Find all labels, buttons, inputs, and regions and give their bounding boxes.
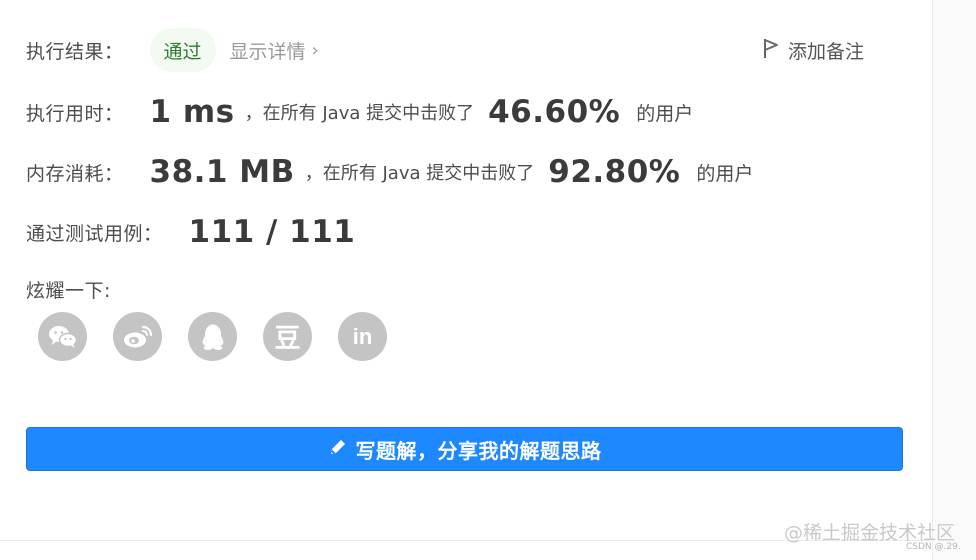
submission-result-panel: 执行结果： 通过 显示详情 › 添加备注 执行用时： 1 ms ，在所有 Jav… — [0, 0, 932, 540]
douban-glyph: 豆 — [274, 324, 301, 354]
csdn-watermark: CSDN @.29. — [906, 542, 961, 552]
tests-label: 通过测试用例： — [26, 222, 163, 245]
right-side-strip — [932, 0, 976, 560]
result-row: 执行结果： 通过 显示详情 › — [26, 28, 319, 72]
linkedin-glyph: in — [352, 323, 373, 349]
show-details-label: 显示详情 — [229, 40, 306, 63]
memory-label: 内存消耗： — [26, 162, 124, 185]
memory-value: 38.1 MB — [149, 154, 295, 190]
tests-row: 通过测试用例： 111 / 111 — [26, 210, 355, 254]
memory-tail: 的用户 — [696, 162, 754, 185]
share-row: 炫耀一下: — [26, 274, 111, 304]
runtime-percent: 46.60% — [488, 94, 621, 130]
add-note-label: 添加备注 — [788, 40, 865, 63]
runtime-row: 执行用时： 1 ms ，在所有 Java 提交中击败了 46.60% 的用户 — [26, 90, 693, 134]
runtime-tail: 的用户 — [636, 102, 694, 125]
show-details-link[interactable]: 显示详情 › — [230, 37, 319, 64]
runtime-label: 执行用时： — [26, 102, 124, 125]
wechat-icon[interactable] — [38, 312, 87, 361]
linkedin-icon[interactable]: in — [338, 312, 387, 361]
juejin-watermark: @稀土掘金技术社区 — [784, 522, 956, 544]
write-solution-label: 写题解，分享我的解题思路 — [355, 438, 602, 463]
runtime-beat-text: ，在所有 Java 提交中击败了 — [244, 103, 475, 124]
share-icons: 豆 in — [38, 312, 413, 361]
memory-percent: 92.80% — [548, 154, 681, 190]
tests-value: 111 / 111 — [188, 214, 356, 250]
douban-icon[interactable]: 豆 — [263, 312, 312, 361]
weibo-icon[interactable] — [113, 312, 162, 361]
memory-row: 内存消耗： 38.1 MB ，在所有 Java 提交中击败了 92.80% 的用… — [26, 150, 753, 194]
add-note-button[interactable]: 添加备注 — [762, 34, 864, 66]
memory-beat-text: ，在所有 Java 提交中击败了 — [304, 163, 535, 184]
flag-icon — [762, 37, 780, 63]
result-label: 执行结果： — [26, 40, 124, 63]
write-solution-button[interactable]: 写题解，分享我的解题思路 — [26, 427, 903, 471]
qq-icon[interactable] — [188, 312, 237, 361]
pencil-icon — [328, 437, 348, 461]
share-label: 炫耀一下: — [26, 279, 111, 302]
chevron-right-icon: › — [311, 39, 319, 61]
status-badge: 通过 — [149, 28, 216, 72]
runtime-value: 1 ms — [149, 94, 235, 130]
